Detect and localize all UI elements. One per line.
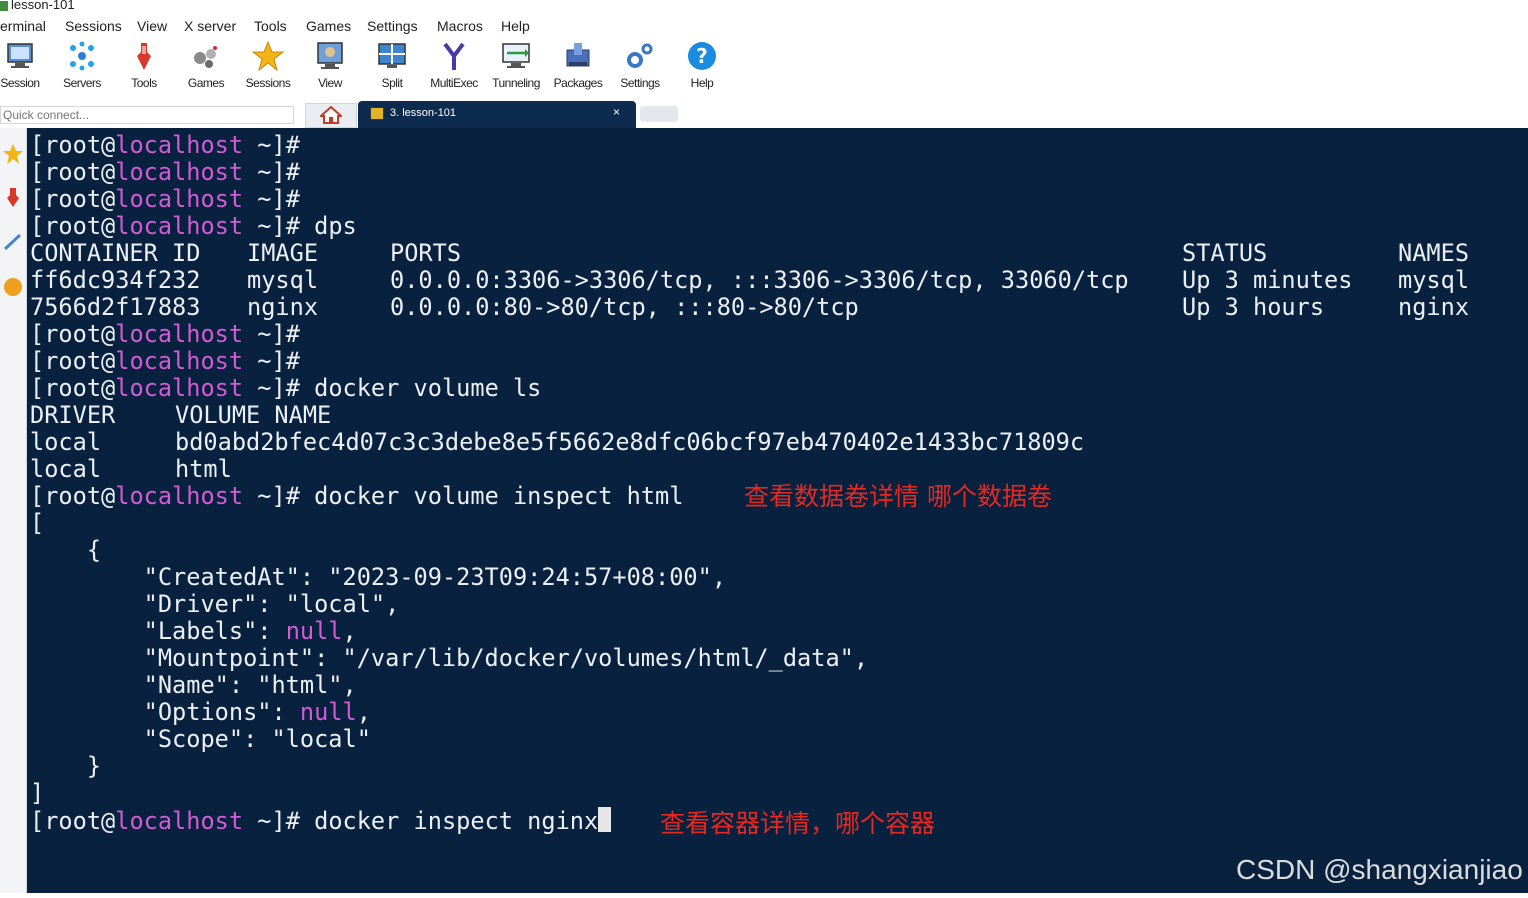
menu-tools[interactable]: Tools — [254, 18, 287, 34]
annotation-volume-note: 查看数据卷详情 哪个数据卷 — [744, 482, 1052, 511]
terminal-pane[interactable]: [root@localhost ~]# [root@localhost ~]# … — [27, 128, 1528, 893]
prompt-line: [root@localhost ~]# — [30, 131, 300, 159]
ps-table-header: CONTAINER ID IMAGE PORTS STATUS NAMES — [30, 239, 1470, 267]
bottom-strip — [0, 893, 1528, 898]
tab-session-lesson-101[interactable]: 3. lesson-101 × — [358, 101, 636, 129]
watermark: CSDN @shangxianjiao — [1236, 854, 1523, 885]
tools-side-icon[interactable] — [2, 186, 24, 208]
left-sidebar — [0, 128, 27, 898]
annotation-container-note: 查看容器详情，哪个容器 — [660, 809, 936, 838]
json-labels: "Labels": null, — [30, 617, 357, 645]
session-button[interactable]: Session — [0, 38, 40, 96]
volume-table-header: DRIVER VOLUME NAME — [30, 401, 332, 429]
command-line-dps: [root@localhost ~]# dps — [30, 212, 357, 240]
packages-button[interactable]: Packages — [554, 38, 603, 96]
help-icon: ? — [688, 42, 716, 70]
ps-table-row: 7566d2f17883 nginx 0.0.0.0:80->80/tcp, :… — [30, 293, 1470, 321]
toolbar: Session Servers Tools Games Sessions Vie… — [0, 38, 1528, 96]
menu-xserver[interactable]: X server — [184, 18, 236, 34]
split-icon — [378, 43, 406, 68]
tunneling-icon — [502, 43, 530, 68]
json-name: "Name": "html", — [30, 671, 357, 699]
json-open-bracket: [ — [30, 509, 45, 537]
help-button[interactable]: ? Help — [682, 38, 722, 96]
title-bar: lesson-101 — [0, 0, 1528, 14]
settings-icon — [627, 43, 653, 68]
json-close-bracket: ] — [30, 779, 45, 807]
sessions-star-icon[interactable] — [2, 143, 24, 165]
menu-view[interactable]: View — [137, 18, 167, 34]
menu-games[interactable]: Games — [306, 18, 351, 34]
tunneling-button[interactable]: Tunneling — [492, 38, 540, 96]
prompt-line: [root@localhost ~]# — [30, 320, 300, 348]
prompt-line: [root@localhost ~]# — [30, 158, 300, 186]
menu-sessions[interactable]: Sessions — [65, 18, 122, 34]
settings-button[interactable]: Settings — [620, 38, 660, 96]
prompt-line: [root@localhost ~]# — [30, 347, 300, 375]
session-tab-label: 3. lesson-101 — [390, 107, 457, 119]
macros-side-icon[interactable] — [2, 231, 24, 253]
ps-table-row: ff6dc934f232 mysql 0.0.0.0:3306->3306/tc… — [30, 266, 1470, 294]
close-tab-button[interactable]: × — [613, 105, 620, 119]
menu-bar: erminal Sessions View X server Tools Gam… — [0, 16, 1528, 38]
tools-button[interactable]: Tools — [124, 38, 164, 96]
split-button[interactable]: Split — [372, 38, 412, 96]
command-line-volume-ls: [root@localhost ~]# docker volume ls — [30, 374, 542, 402]
sftp-side-icon[interactable] — [2, 276, 24, 298]
tools-icon — [137, 43, 151, 70]
json-options: "Options": null, — [30, 698, 371, 726]
terminal-tab-icon — [370, 107, 384, 120]
command-line-volume-inspect: [root@localhost ~]# docker volume inspec… — [30, 482, 684, 510]
json-scope: "Scope": "local" — [30, 725, 371, 753]
servers-icon — [70, 41, 94, 71]
view-button[interactable]: View — [310, 38, 350, 96]
app-icon — [0, 1, 8, 11]
terminal-cursor — [598, 807, 612, 832]
servers-button[interactable]: Servers — [62, 38, 102, 96]
json-mountpoint: "Mountpoint": "/var/lib/docker/volumes/h… — [30, 644, 869, 672]
menu-help[interactable]: Help — [501, 18, 530, 34]
star-icon — [251, 40, 285, 72]
session-icon — [7, 43, 33, 68]
games-icon — [194, 46, 217, 68]
prompt-line: [root@localhost ~]# — [30, 185, 300, 213]
json-driver: "Driver": "local", — [30, 590, 400, 618]
home-icon — [320, 106, 342, 124]
command-line-inspect-nginx: [root@localhost ~]# docker inspect nginx — [30, 807, 612, 835]
multiexec-button[interactable]: MultiExec — [430, 38, 478, 96]
home-tab[interactable] — [305, 103, 357, 128]
view-icon — [317, 42, 343, 69]
window-title: lesson-101 — [11, 0, 75, 12]
json-created-at: "CreatedAt": "2023-09-23T09:24:57+08:00"… — [30, 563, 727, 591]
games-button[interactable]: Games — [186, 38, 226, 96]
json-close-brace: } — [30, 752, 102, 780]
json-open-brace: { — [30, 536, 102, 564]
volume-table-row: local bd0abd2bfec4d07c3c3debe8e5f5662e8d… — [30, 428, 1085, 456]
packages-icon — [566, 43, 590, 67]
menu-settings[interactable]: Settings — [367, 18, 418, 34]
menu-macros[interactable]: Macros — [437, 18, 483, 34]
new-tab-button[interactable] — [640, 106, 678, 122]
svg-text:?: ? — [696, 44, 708, 68]
menu-terminal[interactable]: erminal — [0, 18, 46, 34]
sessions-button[interactable]: Sessions — [246, 38, 291, 96]
quick-connect-input[interactable] — [0, 106, 294, 124]
multiexec-icon — [443, 42, 465, 70]
